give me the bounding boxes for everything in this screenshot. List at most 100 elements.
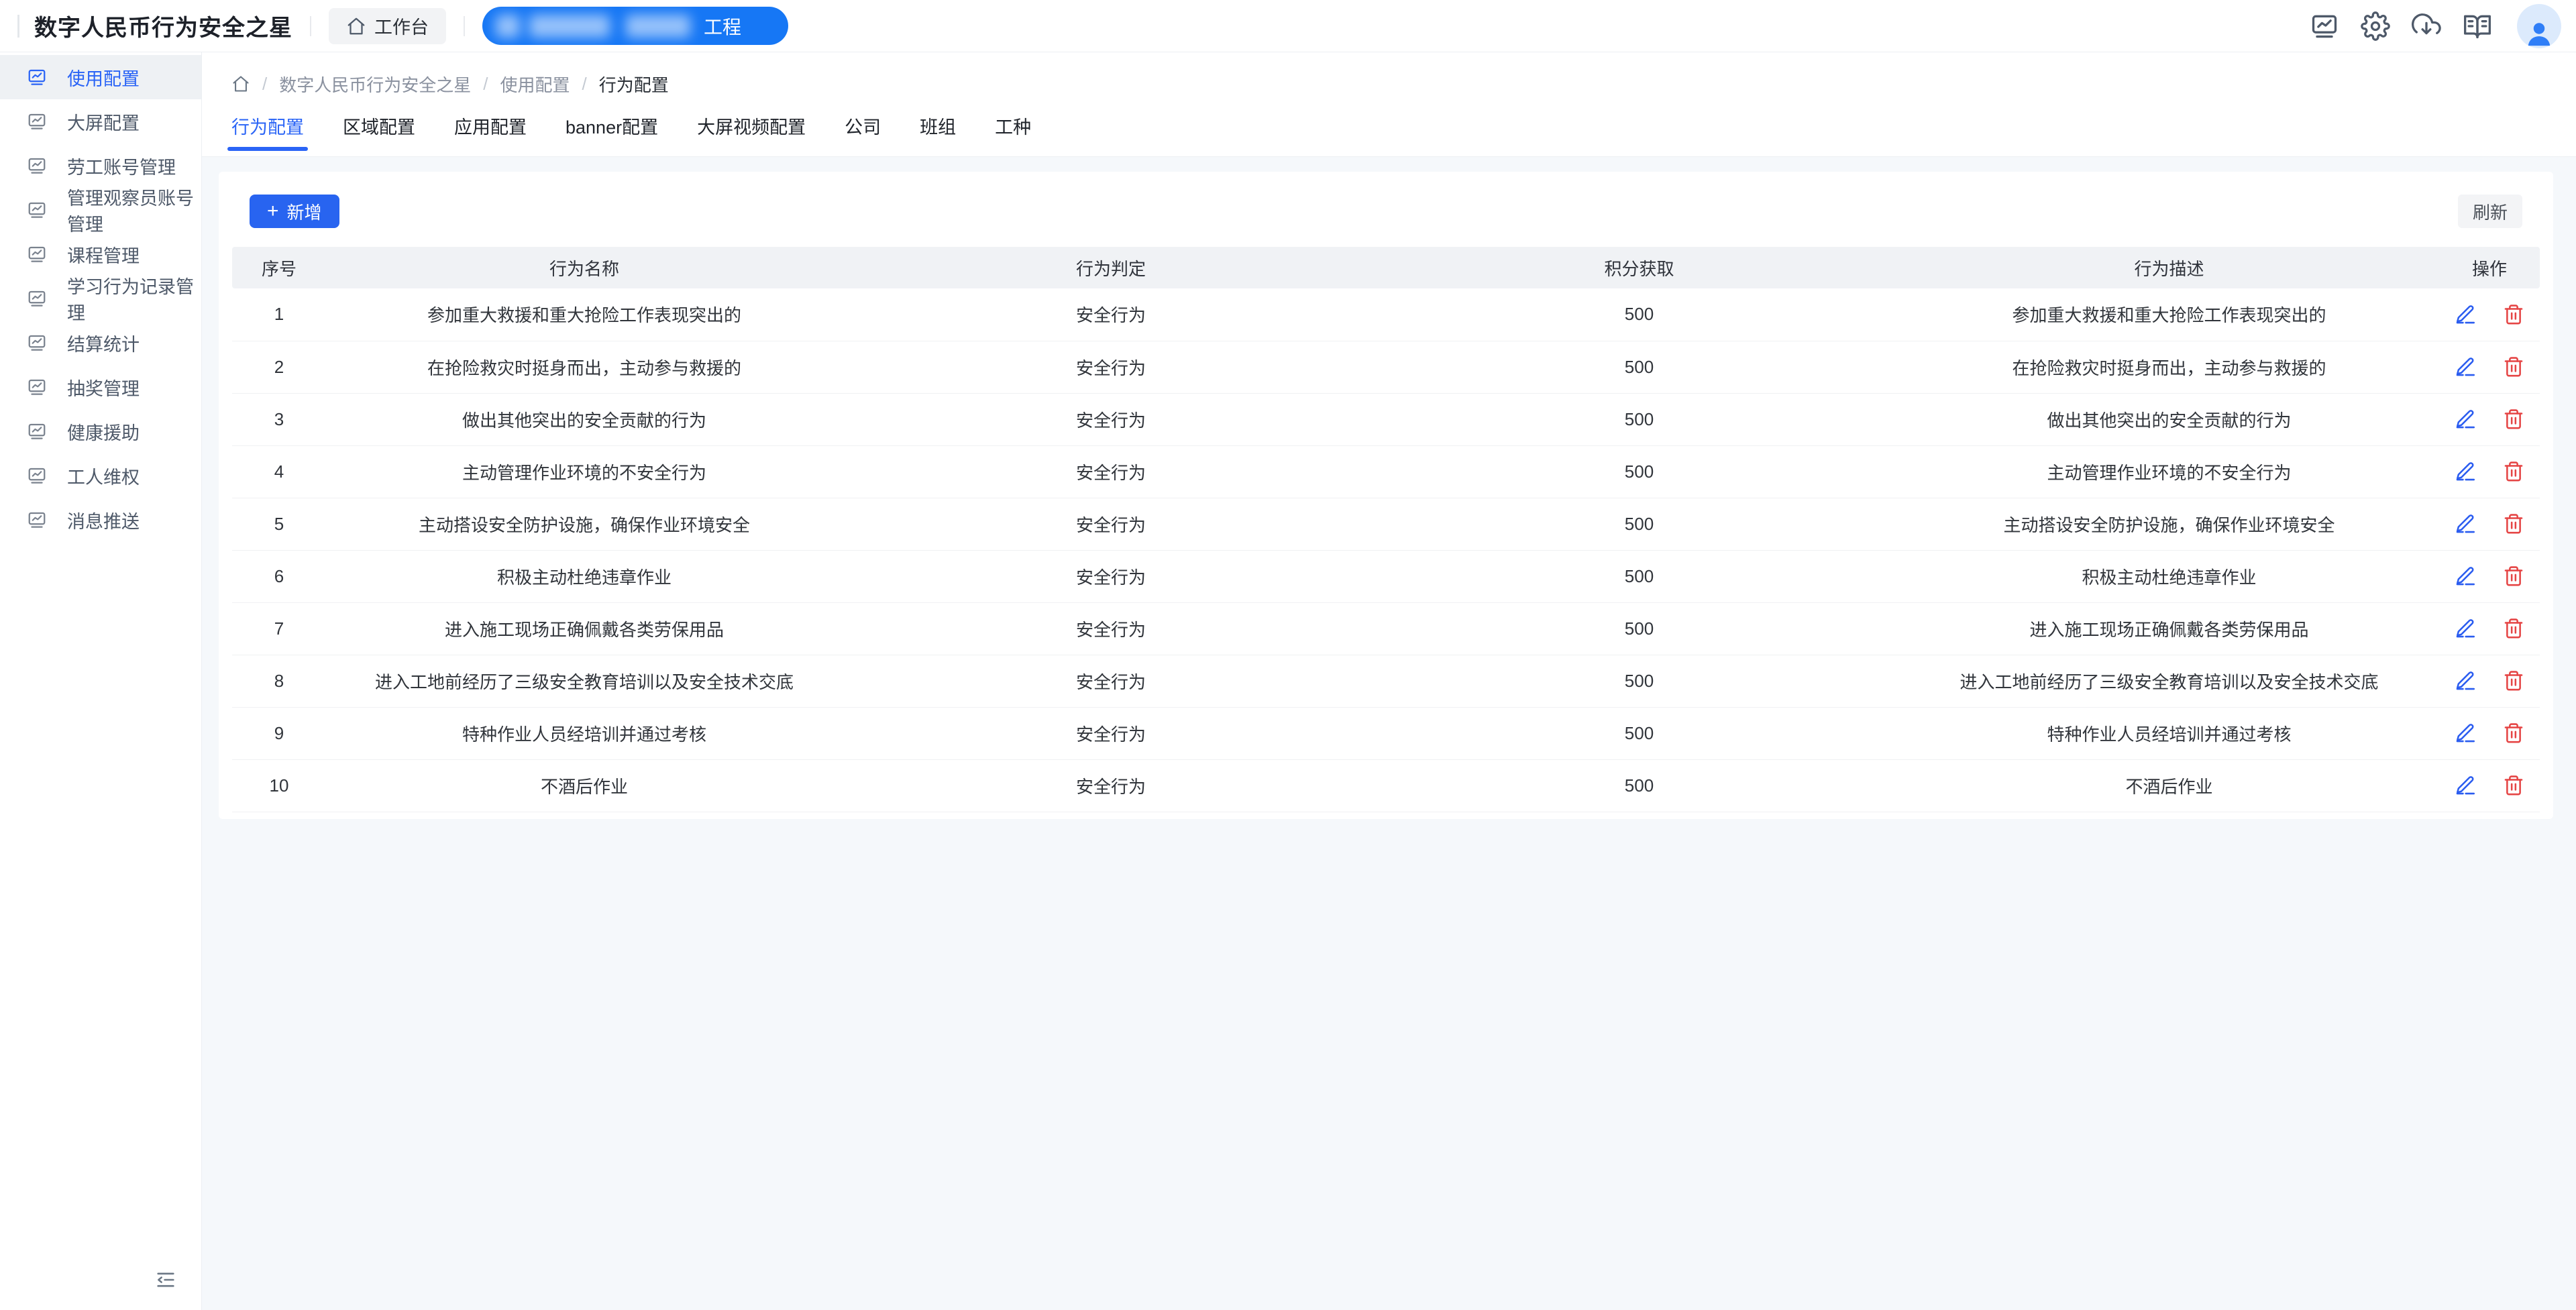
monitor-chart-icon [27,333,47,353]
docs-book-icon[interactable] [2462,11,2493,42]
cell-index: 8 [232,655,326,707]
table-row: 1参加重大救援和重大抢险工作表现突出的安全行为500参加重大救援和重大抢险工作表… [232,288,2540,341]
gear-icon[interactable] [2360,11,2391,42]
workbench-label: 工作台 [374,13,429,39]
cell-name: 做出其他突出的安全贡献的行为 [326,393,843,445]
edit-pen-icon[interactable] [2454,512,2477,535]
monitor-chart-icon [27,244,47,264]
sidebar-item-label: 抽奖管理 [67,374,140,400]
workbench-button[interactable]: 工作台 [329,8,446,44]
trash-icon[interactable] [2502,408,2525,431]
trash-icon[interactable] [2502,356,2525,378]
refresh-button[interactable]: 刷新 [2458,195,2522,228]
sidebar-item-10[interactable]: 工人维权 [0,453,201,498]
table-card: + 新增 刷新 序号行为名称行为判定积分获取行为描述操作 1参加重大救援和重大抢… [219,172,2553,819]
trash-icon[interactable] [2502,617,2525,640]
cell-index: 4 [232,445,326,498]
edit-pen-icon[interactable] [2454,565,2477,588]
edit-pen-icon[interactable] [2454,774,2477,797]
cell-actions [2439,498,2540,550]
sidebar-item-5[interactable]: 课程管理 [0,232,201,276]
trash-icon[interactable] [2502,565,2525,588]
column-header: 行为名称 [326,247,843,288]
cell-index: 3 [232,393,326,445]
cell-actions [2439,707,2540,759]
breadcrumb-item[interactable]: 使用配置 [500,72,570,97]
sidebar-item-label: 工人维权 [67,463,140,489]
breadcrumb-item[interactable]: 数字人民币行为安全之星 [279,72,471,97]
cell-description: 主动搭设安全防护设施，确保作业环境安全 [1899,498,2439,550]
tab-3[interactable]: 应用配置 [454,113,527,156]
cell-points: 500 [1379,445,1899,498]
cell-points: 500 [1379,288,1899,341]
cell-name: 主动搭设安全防护设施，确保作业环境安全 [326,498,843,550]
sidebar-collapse-button[interactable] [154,1268,177,1291]
sidebar-item-7[interactable]: 结算统计 [0,321,201,365]
breadcrumb: /数字人民币行为安全之星/使用配置/行为配置 [231,52,2546,95]
breadcrumb-separator: / [262,74,267,95]
cell-name: 主动管理作业环境的不安全行为 [326,445,843,498]
tab-2[interactable]: 区域配置 [343,113,415,156]
trash-icon[interactable] [2502,669,2525,692]
edit-pen-icon[interactable] [2454,669,2477,692]
add-button[interactable]: + 新增 [250,195,339,228]
table-row: 2在抢险救灾时挺身而出，主动参与救援的安全行为500在抢险救灾时挺身而出，主动参… [232,341,2540,393]
trash-icon[interactable] [2502,774,2525,797]
cell-judgment: 安全行为 [843,602,1379,655]
cell-index: 6 [232,550,326,602]
user-avatar[interactable] [2517,4,2561,48]
edit-pen-icon[interactable] [2454,617,2477,640]
sidebar-item-6[interactable]: 学习行为记录管理 [0,276,201,321]
cell-points: 500 [1379,498,1899,550]
monitor-chart-icon [27,67,47,87]
edit-pen-icon[interactable] [2454,408,2477,431]
cell-judgment: 安全行为 [843,341,1379,393]
cloud-download-icon[interactable] [2411,11,2442,42]
sidebar-item-8[interactable]: 抽奖管理 [0,365,201,409]
cell-description: 进入工地前经历了三级安全教育培训以及安全技术交底 [1899,655,2439,707]
cell-actions [2439,602,2540,655]
edit-pen-icon[interactable] [2454,303,2477,326]
sidebar-item-2[interactable]: 大屏配置 [0,99,201,144]
top-bar: 数字人民币行为安全之星 工作台 工程 [0,0,2576,52]
sidebar-item-9[interactable]: 健康援助 [0,409,201,453]
trash-icon[interactable] [2502,460,2525,483]
monitor-chart-icon [27,111,47,131]
dashboard-icon[interactable] [2309,11,2340,42]
project-name-suffix: 工程 [704,13,741,40]
cell-description: 进入施工现场正确佩戴各类劳保用品 [1899,602,2439,655]
cell-index: 9 [232,707,326,759]
edit-pen-icon[interactable] [2454,460,2477,483]
edit-pen-icon[interactable] [2454,722,2477,745]
cell-judgment: 安全行为 [843,655,1379,707]
sidebar-item-1[interactable]: 使用配置 [0,55,201,99]
cell-name: 不酒后作业 [326,759,843,812]
tab-8[interactable]: 工种 [995,113,1031,156]
tab-bar: 行为配置区域配置应用配置 banner配置大屏视频配置公司班组工种 [231,113,2546,156]
trash-icon[interactable] [2502,303,2525,326]
sidebar-item-label: 劳工账号管理 [67,153,176,179]
cell-judgment: 安全行为 [843,759,1379,812]
sidebar-item-11[interactable]: 消息推送 [0,498,201,542]
tab-7[interactable]: 班组 [920,113,956,156]
cell-judgment: 安全行为 [843,288,1379,341]
monitor-chart-icon [27,377,47,397]
tab-5[interactable]: 大屏视频配置 [697,113,806,156]
project-switcher-pill[interactable]: 工程 [482,7,788,45]
cell-actions [2439,655,2540,707]
trash-icon[interactable] [2502,722,2525,745]
cell-name: 积极主动杜绝违章作业 [326,550,843,602]
cell-description: 积极主动杜绝违章作业 [1899,550,2439,602]
tab-4[interactable]: banner配置 [566,113,658,156]
tab-1[interactable]: 行为配置 [231,113,304,156]
tab-6[interactable]: 公司 [845,113,881,156]
trash-icon[interactable] [2502,512,2525,535]
cell-description: 特种作业人员经培训并通过考核 [1899,707,2439,759]
home-icon[interactable] [231,74,250,93]
edit-pen-icon[interactable] [2454,356,2477,378]
cell-index: 7 [232,602,326,655]
sidebar-item-3[interactable]: 劳工账号管理 [0,144,201,188]
cell-index: 5 [232,498,326,550]
cell-judgment: 安全行为 [843,393,1379,445]
sidebar-item-4[interactable]: 管理观察员账号管理 [0,188,201,232]
